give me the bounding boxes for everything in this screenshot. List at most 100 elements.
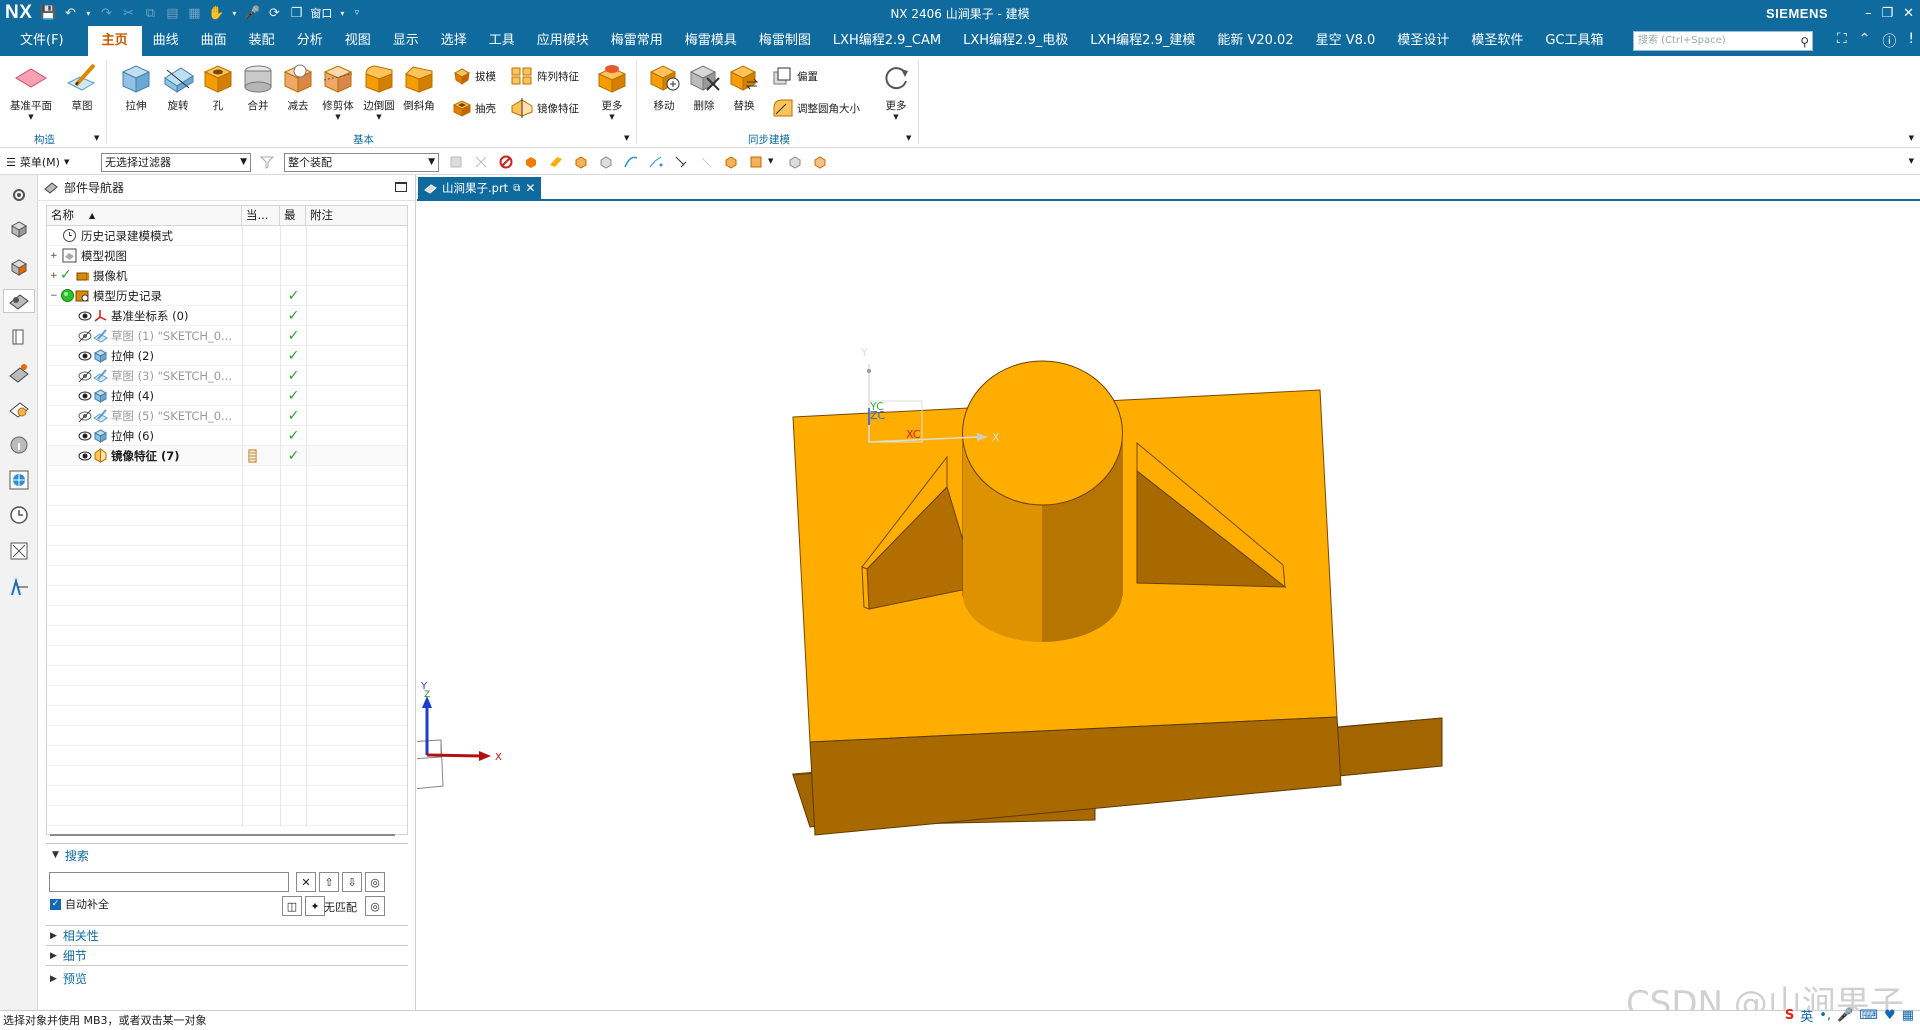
eye-icon[interactable] bbox=[78, 429, 92, 443]
datum-plane-dropdown-icon[interactable]: ▼ bbox=[28, 113, 33, 121]
tab-assemblies[interactable]: 装配 bbox=[238, 26, 286, 56]
eye-icon[interactable] bbox=[78, 349, 92, 363]
select-results-icon[interactable]: ◎ bbox=[365, 896, 385, 916]
tree-row-extrude-4[interactable]: 拉伸 (4) ✓ bbox=[47, 385, 407, 406]
tab-meilei-mold[interactable]: 梅雷模具 bbox=[674, 26, 748, 56]
delete-face-button[interactable]: 删除 bbox=[686, 60, 722, 113]
tree-row-sketch-1[interactable]: 草图 (1) "SKETCH_0... ✓ bbox=[47, 325, 407, 346]
tab-lxh-modeling[interactable]: LXH编程2.9_建模 bbox=[1079, 26, 1206, 56]
column-latest-header[interactable]: 最 bbox=[280, 206, 306, 225]
command-search-input[interactable]: 搜索 (Ctrl+Space) ⚲ bbox=[1633, 31, 1813, 51]
select-point-icon[interactable] bbox=[649, 155, 663, 169]
copy-icon[interactable]: ⧉ bbox=[142, 5, 158, 21]
tree-row-extrude-6[interactable]: 拉伸 (6) ✓ bbox=[47, 425, 407, 446]
column-name-header[interactable]: 名称 ▲ bbox=[47, 206, 242, 225]
tab-meilei-drafting[interactable]: 梅雷制图 bbox=[748, 26, 822, 56]
voice-icon[interactable]: 🎤 bbox=[1837, 1008, 1853, 1023]
edge-blend-dropdown-icon[interactable]: ▼ bbox=[376, 113, 381, 121]
constraint-navigator-icon[interactable] bbox=[7, 255, 31, 279]
reuse-library-icon[interactable] bbox=[7, 325, 31, 349]
assembly-navigator-icon[interactable] bbox=[7, 217, 31, 241]
info-icon[interactable] bbox=[7, 433, 31, 457]
search-filter-icon[interactable]: ✦ bbox=[305, 896, 325, 916]
search-previous-icon[interactable]: ⇧ bbox=[319, 872, 339, 892]
select-bodies-icon[interactable] bbox=[813, 155, 827, 169]
mirror-feature-button[interactable]: 镜像特征 bbox=[510, 98, 579, 118]
construct-group-dropdown-icon[interactable]: ▼ bbox=[94, 134, 99, 142]
clear-search-icon[interactable]: ✕ bbox=[296, 872, 316, 892]
details-section-header[interactable]: ▶ 细节 bbox=[50, 947, 87, 964]
draft-button[interactable]: 拔模 bbox=[452, 66, 496, 86]
skin-icon[interactable]: ♥ bbox=[1884, 1008, 1896, 1023]
expand-icon[interactable]: + bbox=[50, 251, 58, 261]
tree-row-datum-csys[interactable]: 基准坐标系 (0) ✓ bbox=[47, 305, 407, 326]
main-menu-button[interactable]: ☰ 菜单(M) ▼ bbox=[6, 154, 69, 170]
datum-plane-button[interactable]: 基准平面 ▼ bbox=[10, 60, 52, 121]
tab-analysis[interactable]: 分析 bbox=[286, 26, 334, 56]
tree-horizontal-scrollbar[interactable] bbox=[46, 831, 408, 839]
eye-hidden-icon[interactable] bbox=[78, 409, 92, 423]
view-triad[interactable]: Y Z X bbox=[417, 681, 502, 790]
select-solid-icon[interactable] bbox=[524, 155, 538, 169]
column-notes-header[interactable]: 附注 bbox=[306, 206, 407, 225]
type-filter-select[interactable]: 无选择过滤器 ▼ bbox=[101, 153, 251, 172]
select-feature-icon[interactable] bbox=[449, 155, 463, 169]
microphone-icon[interactable]: 🎤 bbox=[244, 5, 260, 21]
toolbox-icon[interactable]: ▦ bbox=[1902, 1008, 1914, 1023]
history-clock-icon[interactable] bbox=[7, 503, 31, 527]
settings-icon[interactable] bbox=[7, 183, 31, 207]
replace-face-button[interactable]: 替换 bbox=[726, 60, 762, 113]
graphics-window[interactable]: 山涧果子.prt ⧉ ✕ Y X YC ZC XC Y Z X CSDN @山涧… bbox=[417, 175, 1920, 1024]
tab-lxh-cam[interactable]: LXH编程2.9_CAM bbox=[822, 26, 952, 56]
tab-application[interactable]: 应用模块 bbox=[526, 26, 600, 56]
cut-icon[interactable]: ✂ bbox=[120, 5, 136, 21]
trim-body-dropdown-icon[interactable]: ▼ bbox=[335, 113, 340, 121]
select-body-face-icon[interactable] bbox=[574, 155, 588, 169]
switch-window-icon[interactable]: ❐ bbox=[288, 5, 304, 21]
part-navigator-icon[interactable] bbox=[3, 289, 35, 313]
sogou-icon[interactable]: S bbox=[1785, 1008, 1794, 1023]
window-menu[interactable]: 窗口 bbox=[310, 5, 332, 21]
ime-language-indicator[interactable]: 英 bbox=[1800, 1006, 1813, 1025]
keyboard-icon[interactable]: ⌨ bbox=[1859, 1008, 1878, 1023]
sync-group-dropdown-icon[interactable]: ▼ bbox=[906, 134, 911, 142]
column-current-header[interactable]: 当... bbox=[242, 206, 280, 225]
intent-dropdown-icon[interactable]: ▼ bbox=[768, 157, 773, 165]
dependencies-section-header[interactable]: ▶ 相关性 bbox=[50, 927, 99, 944]
tab-surface[interactable]: 曲面 bbox=[190, 26, 238, 56]
help-icon[interactable]: ⓘ bbox=[1882, 31, 1896, 51]
tab-tools[interactable]: 工具 bbox=[478, 26, 526, 56]
tree-row-extrude-2[interactable]: 拉伸 (2) ✓ bbox=[47, 345, 407, 366]
resize-blend-button[interactable]: 调整圆角大小 bbox=[772, 98, 860, 118]
restore-icon[interactable]: ❐ bbox=[1881, 6, 1893, 21]
edge-blend-button[interactable]: 边倒圆 ▼ bbox=[361, 60, 397, 121]
tab-nengxin[interactable]: 能新 V20.02 bbox=[1206, 26, 1304, 56]
search-section-header[interactable]: ▼ 搜索 bbox=[46, 844, 408, 866]
tab-lxh-electrode[interactable]: LXH编程2.9_电极 bbox=[952, 26, 1079, 56]
expand-icon[interactable]: + bbox=[50, 271, 58, 281]
tab-meilei-common[interactable]: 梅雷常用 bbox=[600, 26, 674, 56]
selection-scope-select[interactable]: 整个装配 ▼ bbox=[284, 153, 439, 172]
search-icon[interactable]: ⚲ bbox=[1800, 33, 1809, 51]
ribbon-options-dropdown-icon[interactable]: ▼ bbox=[1909, 134, 1914, 142]
tab-mosheng-design[interactable]: 模圣设计 bbox=[1386, 26, 1460, 56]
toolbar-options-dropdown-icon[interactable]: ▼ bbox=[1909, 157, 1914, 165]
menu-file[interactable]: 文件(F) bbox=[0, 26, 88, 56]
tree-row-sketch-5[interactable]: 草图 (5) "SKETCH_0... ✓ bbox=[47, 405, 407, 426]
customize-qat-icon[interactable]: ▿ bbox=[352, 5, 361, 21]
eye-icon[interactable] bbox=[78, 389, 92, 403]
globe-icon[interactable] bbox=[7, 468, 31, 492]
auto-complete-checkbox[interactable]: ✓ 自动补全 bbox=[50, 896, 109, 912]
eye-icon[interactable] bbox=[78, 449, 92, 463]
offset-face-button[interactable]: 偏置 bbox=[772, 66, 818, 86]
close-icon[interactable]: ✕ bbox=[1903, 6, 1914, 21]
shell-button[interactable]: 抽壳 bbox=[452, 98, 496, 118]
sync-more-dropdown-icon[interactable]: ▼ bbox=[893, 113, 898, 121]
trim-body-button[interactable]: 修剪体 ▼ bbox=[320, 60, 356, 121]
tab-mosheng-software[interactable]: 模圣软件 bbox=[1460, 26, 1534, 56]
preview-section-header[interactable]: ▶ 预览 bbox=[50, 970, 87, 987]
collapse-ribbon-icon[interactable]: ⌃ bbox=[1859, 31, 1871, 51]
search-options-icon[interactable]: ◎ bbox=[365, 872, 385, 892]
unite-button[interactable]: 合并 bbox=[240, 60, 276, 113]
stop-icon[interactable] bbox=[499, 155, 513, 169]
